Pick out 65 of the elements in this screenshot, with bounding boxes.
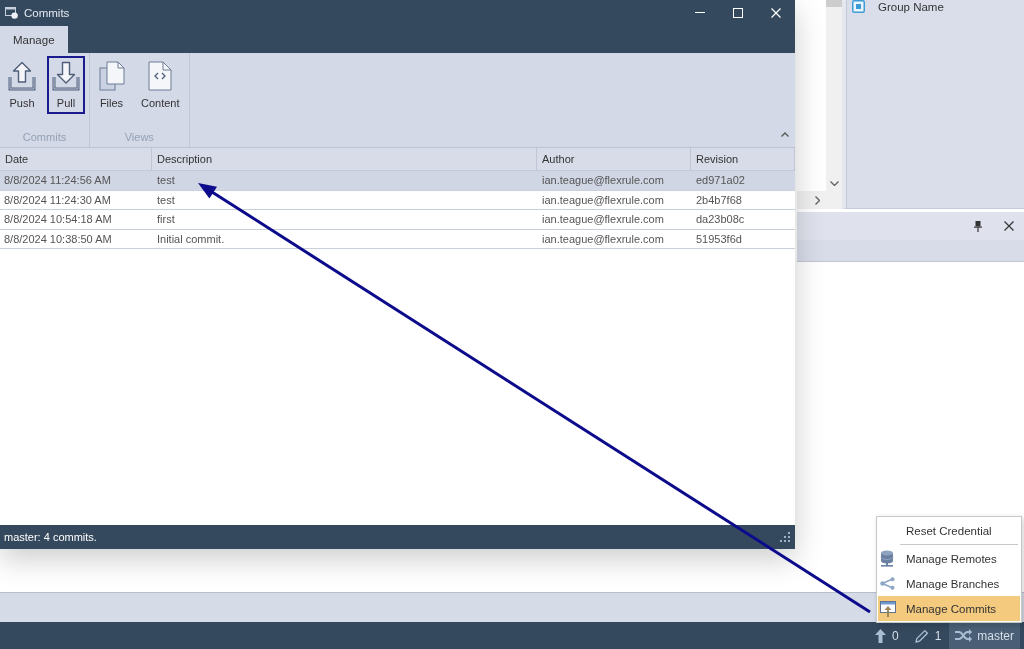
table-cell: first: [157, 213, 175, 226]
close-icon: [771, 7, 781, 18]
menu-item[interactable]: Manage Remotes: [878, 546, 1020, 571]
window-arrow-icon: [880, 600, 896, 617]
table-row[interactable]: 8/8/2024 11:24:56 AM test ian.teague@flexrule.com ed971a02: [0, 171, 795, 191]
table-cell: 8/8/2024 11:24:56 AM: [4, 174, 111, 187]
resize-grip-icon[interactable]: [780, 532, 790, 542]
table-cell: test: [157, 174, 175, 187]
changes-count-button[interactable]: 1: [906, 622, 950, 649]
table-cell: ian.teague@flexrule.com: [542, 174, 664, 187]
column-header[interactable]: Author: [537, 148, 691, 170]
table-cell: 8/8/2024 10:54:18 AM: [4, 213, 112, 226]
column-header[interactable]: Date: [0, 148, 152, 170]
menu-item[interactable]: Manage Branches: [878, 571, 1020, 596]
vertical-scrollbar[interactable]: [826, 0, 842, 191]
horizontal-scrollbar[interactable]: [797, 191, 826, 209]
table-cell: Initial commit.: [157, 232, 225, 245]
chevron-down-icon[interactable]: [829, 181, 839, 186]
table-row[interactable]: 8/8/2024 11:24:30 AM test ian.teague@flexrule.com 2b4b7f68: [0, 190, 795, 210]
column-header[interactable]: Revision: [691, 148, 795, 170]
group-label: Views: [124, 131, 154, 145]
table-cell: 8/8/2024 11:24:30 AM: [4, 193, 111, 206]
chevron-right-icon[interactable]: [815, 195, 820, 205]
scrollbar-thumb[interactable]: [826, 0, 842, 7]
table-cell: test: [157, 193, 175, 206]
table-cell: 8/8/2024 10:38:50 AM: [4, 232, 112, 245]
table-cell: 51953f6d: [696, 232, 742, 245]
upload-icon: [8, 61, 36, 91]
status-text: master: 4 commits.: [4, 531, 97, 543]
database-icon: [880, 550, 894, 567]
download-icon: [52, 61, 80, 91]
ribbon-button[interactable]: Push: [3, 56, 41, 114]
ribbon-button[interactable]: Files: [93, 56, 130, 114]
window-icon: [5, 6, 18, 19]
shuffle-icon: [955, 629, 973, 642]
table-cell: ed971a02: [696, 174, 745, 187]
close-icon[interactable]: [1004, 221, 1014, 231]
menu-item[interactable]: Manage Commits: [878, 596, 1020, 621]
table-cell: 2b4b7f68: [696, 193, 742, 206]
ribbon-button[interactable]: Content: [136, 56, 185, 114]
table-cell: da23b08c: [696, 213, 745, 226]
window-title: Commits: [24, 6, 70, 19]
group-icon: [852, 0, 865, 13]
table-row[interactable]: 8/8/2024 10:38:50 AM Initial commit. ian.teague@flexrule.com 51953f6d: [0, 229, 795, 249]
pin-icon[interactable]: [974, 220, 982, 232]
table-cell: ian.teague@flexrule.com: [542, 232, 664, 245]
group-item[interactable]: Group Name: [846, 0, 944, 13]
ribbon-tab[interactable]: Manage: [0, 26, 68, 53]
pencil-icon: [914, 628, 929, 643]
arrow-up-icon: [874, 628, 886, 643]
branch-button[interactable]: master: [949, 622, 1020, 649]
maximize-icon: [733, 7, 743, 18]
column-header[interactable]: Description: [152, 148, 537, 170]
minimize-icon: [695, 12, 705, 13]
documents-icon: [98, 61, 125, 91]
group-label: Commits: [22, 131, 67, 145]
outgoing-count-button[interactable]: 0: [866, 622, 907, 649]
chevron-up-icon[interactable]: [781, 132, 789, 137]
table-row[interactable]: 8/8/2024 10:54:18 AM first ian.teague@flexrule.com da23b08c: [0, 210, 795, 230]
code-file-icon: [148, 61, 173, 91]
table-cell: ian.teague@flexrule.com: [542, 193, 664, 206]
menu-item[interactable]: Reset Credential: [878, 518, 1020, 543]
table-cell: ian.teague@flexrule.com: [542, 213, 664, 226]
branch-icon: [880, 577, 895, 590]
ribbon-button[interactable]: Pull: [47, 56, 85, 114]
